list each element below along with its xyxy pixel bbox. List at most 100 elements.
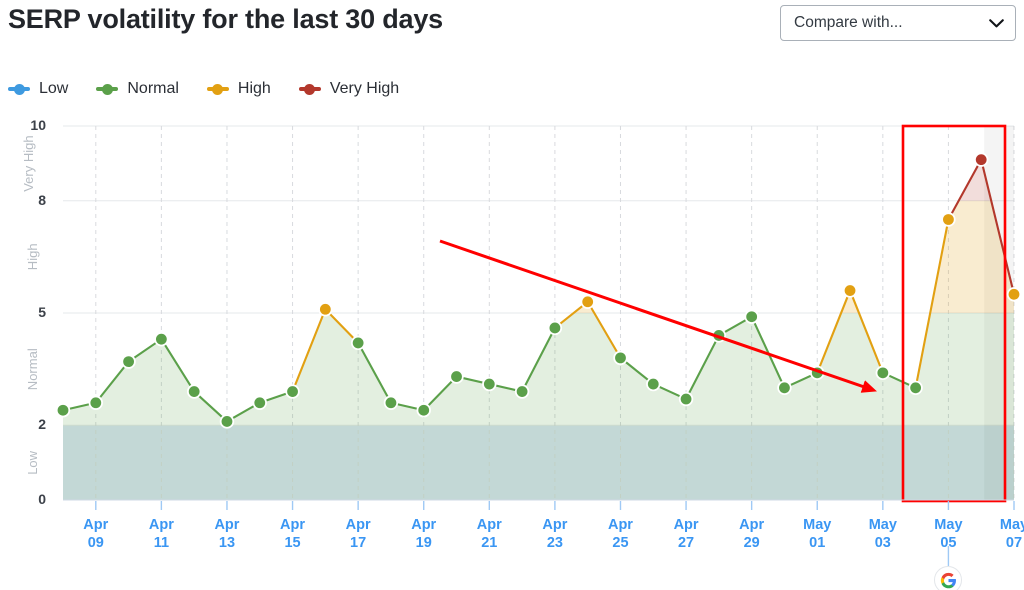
y-axis-band-label-low: Low: [25, 450, 40, 475]
x-axis-tick: Apr 17: [329, 516, 387, 552]
legend-item-normal[interactable]: Normal: [96, 80, 179, 98]
x-axis-tick: Apr 13: [198, 516, 256, 552]
x-axis-tick-month: Apr: [673, 517, 699, 533]
data-point[interactable]: [385, 397, 397, 409]
data-point[interactable]: [155, 333, 167, 345]
x-axis-tick: May 07: [985, 516, 1024, 552]
x-axis-tick-month: Apr: [345, 517, 371, 533]
chart-legend: Low Normal High Very High: [8, 74, 427, 104]
compare-with-select[interactable]: Compare with...: [780, 5, 1016, 41]
data-point[interactable]: [123, 356, 134, 368]
legend-marker-icon: [206, 83, 229, 96]
data-point[interactable]: [254, 397, 266, 409]
legend-marker-icon: [96, 83, 119, 96]
x-axis-tick-day: 03: [874, 535, 891, 552]
legend-item-label: Normal: [127, 80, 179, 97]
x-axis-tick-day: 19: [415, 535, 432, 552]
x-axis-tick: Apr 29: [723, 516, 781, 552]
x-axis-tick-month: Apr: [83, 517, 109, 533]
data-point[interactable]: [746, 311, 758, 323]
legend-item-label: High: [237, 80, 271, 97]
x-axis-tick-month: Apr: [542, 517, 568, 533]
chart-area: 0 2 5 8 10 Low Normal High Very High Apr 09 Apr 11 Ap…: [0, 108, 1024, 590]
x-axis-tick: Apr 25: [591, 516, 649, 552]
data-point[interactable]: [352, 337, 364, 349]
x-axis-tick: Apr 23: [526, 516, 584, 552]
data-point[interactable]: [582, 296, 594, 308]
widget-header: SERP volatility for the last 30 days Com…: [0, 0, 1024, 52]
google-logo-icon[interactable]: [934, 566, 963, 590]
legend-marker-icon: [8, 83, 30, 96]
data-point[interactable]: [287, 386, 298, 397]
x-axis-tick-day: 09: [87, 535, 104, 552]
x-axis-tick-day: 23: [546, 535, 563, 552]
data-point[interactable]: [549, 322, 561, 334]
x-axis-tick: Apr 21: [460, 516, 518, 552]
data-point[interactable]: [516, 386, 528, 397]
google-g-glyph: [940, 572, 956, 588]
x-axis-tick: Apr 11: [132, 516, 190, 552]
data-point[interactable]: [319, 303, 331, 315]
x-axis-tick-month: Apr: [607, 517, 633, 533]
x-axis-tick-day: 25: [612, 535, 629, 552]
x-axis-tick: May 03: [854, 516, 912, 552]
x-axis-tick-day: 27: [677, 535, 695, 552]
data-point[interactable]: [451, 371, 462, 382]
x-axis-tick-month: Apr: [214, 517, 240, 533]
x-axis-tick-day: 21: [481, 535, 498, 552]
data-point[interactable]: [615, 352, 626, 364]
x-axis-tick: Apr 09: [67, 516, 125, 552]
x-axis-tick-month: Apr: [411, 517, 437, 533]
x-axis-tick: Apr 27: [657, 516, 715, 552]
legend-item-label: Very High: [329, 80, 400, 97]
x-axis-tick-month: Apr: [476, 517, 502, 533]
legend-item-high[interactable]: High: [206, 80, 271, 98]
x-axis-tick-month: Apr: [280, 517, 306, 533]
trend-arrow-annotation: [439, 239, 877, 393]
y-axis-band-label-high: High: [25, 243, 40, 271]
data-point[interactable]: [483, 378, 495, 390]
x-axis-tick-month: Apr: [148, 517, 174, 533]
x-axis-tick-month: Apr: [739, 517, 765, 533]
x-axis-tick-day: 01: [809, 535, 826, 552]
data-point[interactable]: [1008, 288, 1020, 300]
data-point[interactable]: [943, 214, 954, 225]
x-axis-tick-day: 15: [284, 535, 301, 552]
x-axis-tick-day: 05: [940, 535, 957, 552]
legend-item-very-high[interactable]: Very High: [298, 80, 400, 98]
y-axis-tick: 10: [30, 117, 46, 133]
page-title: SERP volatility for the last 30 days: [8, 4, 443, 34]
data-point[interactable]: [57, 404, 69, 416]
area-fill-band: [63, 313, 1014, 500]
serp-volatility-widget: SERP volatility for the last 30 days Com…: [0, 0, 1024, 590]
x-axis-tick-month: May: [803, 517, 832, 533]
data-point[interactable]: [418, 404, 430, 416]
y-axis-band-label-normal: Normal: [25, 348, 40, 391]
legend-item-label: Low: [39, 80, 69, 97]
x-axis-tick-day: 13: [218, 535, 236, 552]
data-point[interactable]: [877, 367, 889, 379]
data-point[interactable]: [221, 416, 233, 427]
x-axis-tick-day: 29: [743, 535, 760, 552]
data-point[interactable]: [975, 154, 987, 166]
legend-item-low[interactable]: Low: [8, 80, 68, 98]
data-point[interactable]: [680, 393, 692, 405]
x-axis-tick-month: May: [868, 517, 897, 533]
data-point[interactable]: [779, 382, 790, 394]
data-point[interactable]: [910, 382, 922, 394]
x-axis-tick-day: 17: [350, 535, 367, 552]
y-axis-band-label-very-high: Very High: [21, 135, 36, 192]
x-axis-tick-day: 07: [1005, 535, 1023, 552]
data-point[interactable]: [90, 397, 102, 409]
chevron-down-icon: [989, 18, 1004, 27]
x-axis-tick-month: May: [934, 517, 963, 533]
x-axis-tick-day: 11: [153, 535, 170, 552]
data-point[interactable]: [647, 378, 659, 390]
compare-with-label: Compare with...: [794, 14, 903, 32]
data-point[interactable]: [188, 386, 200, 397]
x-axis-tick: May 01: [788, 516, 846, 552]
x-axis-tick: Apr 15: [264, 516, 322, 552]
data-point[interactable]: [844, 285, 856, 296]
x-axis-tick: May 05: [919, 516, 977, 552]
x-axis-tick: Apr 19: [395, 516, 453, 552]
